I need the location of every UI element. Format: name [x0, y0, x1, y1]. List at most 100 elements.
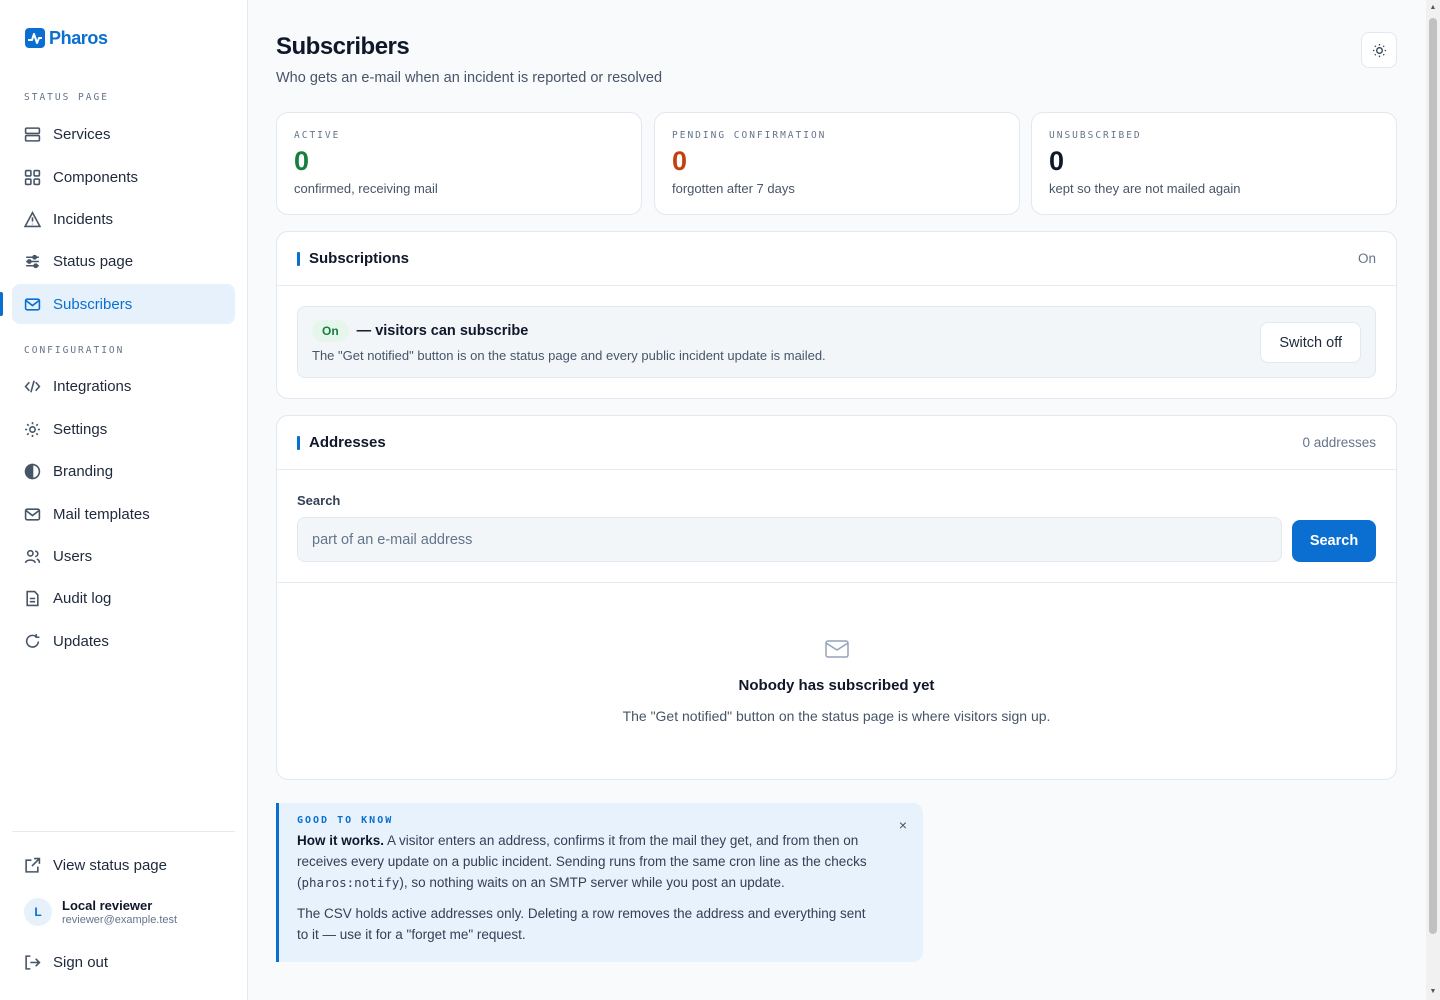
pharos-logo-icon [25, 28, 45, 48]
view-status-page-link[interactable]: View status page [12, 845, 235, 885]
sign-out-label: Sign out [53, 953, 109, 971]
info-paragraph: How it works. A visitor enters an addres… [297, 830, 873, 893]
stat-value: 0 [1049, 146, 1065, 176]
app-name: Pharos [49, 27, 108, 48]
addresses-title: Addresses [297, 434, 386, 451]
refresh-icon [25, 633, 40, 648]
sidebar-divider [12, 831, 235, 832]
sidebar-item-label: Incidents [53, 210, 114, 228]
info-paragraph-2: The CSV holds active addresses only. Del… [297, 906, 866, 942]
search-button[interactable]: Search [1292, 520, 1376, 562]
code-icon [24, 379, 41, 393]
empty-state-title: Nobody has subscribed yet [738, 677, 935, 694]
sidebar-item-components[interactable]: Components [12, 157, 235, 197]
stat-value: 0 [672, 146, 688, 176]
sidebar-item-label: Integrations [53, 377, 132, 395]
sidebar-item-label: Branding [53, 462, 114, 480]
stat-label: UNSUBSCRIBED [1049, 130, 1142, 141]
stat-label: PENDING CONFIRMATION [672, 130, 827, 141]
stat-desc: forgotten after 7 days [672, 181, 795, 196]
sidebar-item-label: Audit log [53, 589, 112, 607]
page-subtitle: Who gets an e-mail when an incident is r… [276, 70, 663, 86]
divider [277, 582, 1396, 583]
subscription-desc: The "Get notified" button is on the stat… [312, 348, 826, 363]
sidebar-item-label: Mail templates [53, 505, 150, 523]
sidebar-item-label: Components [53, 168, 139, 186]
sidebar-item-users[interactable]: Users [12, 536, 235, 576]
subscription-status-box: On — visitors can subscribe The "Get not… [297, 306, 1376, 378]
file-icon [26, 590, 39, 606]
sidebar: Pharos STATUS PAGE Services Components I… [0, 0, 248, 1000]
sidebar-item-label: Settings [53, 420, 108, 438]
sidebar-item-branding[interactable]: Branding [12, 451, 235, 491]
sidebar-item-audit-log[interactable]: Audit log [12, 578, 235, 618]
user-name: Local reviewer [62, 898, 153, 913]
info-text-b: ), so nothing waits on an SMTP server wh… [399, 875, 785, 890]
sign-out-icon [25, 954, 41, 970]
sidebar-item-mail-templates[interactable]: Mail templates [12, 494, 235, 534]
user-profile[interactable]: L Local reviewer reviewer@example.test [24, 898, 177, 926]
grid-icon [24, 169, 41, 185]
sidebar-item-label: Subscribers [53, 295, 133, 313]
theme-toggle-button[interactable] [1361, 32, 1397, 68]
stat-card-active: ACTIVE 0 confirmed, receiving mail [276, 112, 642, 215]
sun-icon [1372, 43, 1386, 57]
status-badge: On [312, 320, 349, 342]
mail-icon [24, 297, 41, 311]
info-code: pharos:notify [301, 875, 400, 890]
search-input[interactable] [297, 517, 1282, 562]
info-label: GOOD TO KNOW [297, 815, 394, 826]
stat-desc: confirmed, receiving mail [294, 181, 438, 196]
scroll-thumb[interactable] [1429, 18, 1437, 934]
page-title: Subscribers [276, 33, 410, 60]
subscriptions-status: On [1357, 251, 1376, 266]
sidebar-item-integrations[interactable]: Integrations [12, 366, 235, 406]
sidebar-item-subscribers[interactable]: Subscribers [12, 284, 235, 324]
info-callout: GOOD TO KNOW How it works. A visitor ent… [276, 803, 923, 962]
external-link-icon [25, 857, 41, 873]
view-status-label: View status page [53, 856, 167, 874]
logo[interactable]: Pharos [24, 27, 108, 49]
sidebar-item-updates[interactable]: Updates [12, 621, 235, 661]
section-status-page: STATUS PAGE [24, 92, 109, 103]
stat-card-pending: PENDING CONFIRMATION 0 forgotten after 7… [654, 112, 1020, 215]
scrollbar[interactable]: ▲ ▼ [1426, 0, 1440, 1000]
sidebar-item-services[interactable]: Services [12, 114, 235, 154]
subscriptions-card: Subscriptions On On — visitors can subsc… [276, 231, 1397, 399]
subscription-headline: — visitors can subscribe [356, 323, 529, 339]
server-icon [24, 126, 41, 142]
users-icon [24, 549, 41, 563]
active-indicator [0, 292, 3, 316]
subscriptions-header: Subscriptions On [277, 232, 1396, 286]
sidebar-item-label: Users [53, 547, 93, 565]
search-label: Search [297, 493, 341, 508]
scroll-down-icon[interactable]: ▼ [1429, 988, 1437, 996]
user-email: reviewer@example.test [62, 914, 178, 926]
addresses-header: Addresses 0 addresses [277, 416, 1396, 470]
sidebar-item-status-page[interactable]: Status page [12, 241, 235, 281]
sliders-icon [26, 254, 39, 268]
sidebar-item-label: Status page [53, 252, 134, 270]
sidebar-item-label: Updates [53, 632, 109, 650]
alert-triangle-icon [24, 210, 41, 227]
subscriptions-title: Subscriptions [297, 250, 409, 267]
sidebar-item-label: Services [53, 125, 111, 143]
stat-label: ACTIVE [294, 130, 341, 141]
empty-state-desc: The "Get notified" button on the status … [622, 708, 1051, 724]
close-icon[interactable]: × [899, 817, 907, 833]
switch-off-button[interactable]: Switch off [1260, 322, 1361, 363]
avatar: L [24, 898, 52, 926]
contrast-icon [24, 463, 41, 479]
stat-value: 0 [294, 146, 310, 176]
sidebar-item-settings[interactable]: Settings [12, 409, 235, 449]
stat-card-unsubscribed: UNSUBSCRIBED 0 kept so they are not mail… [1031, 112, 1397, 215]
section-configuration: CONFIGURATION [24, 345, 125, 356]
mail-icon [825, 640, 849, 658]
gear-icon [25, 421, 40, 437]
addresses-card: Addresses 0 addresses Search Search Nobo… [276, 415, 1397, 780]
sidebar-item-incidents[interactable]: Incidents [12, 199, 235, 239]
sign-out-button[interactable]: Sign out [12, 942, 235, 982]
scroll-up-icon[interactable]: ▲ [1429, 4, 1437, 12]
info-bold: How it works. [297, 833, 385, 848]
addresses-count: 0 addresses [1302, 435, 1376, 450]
